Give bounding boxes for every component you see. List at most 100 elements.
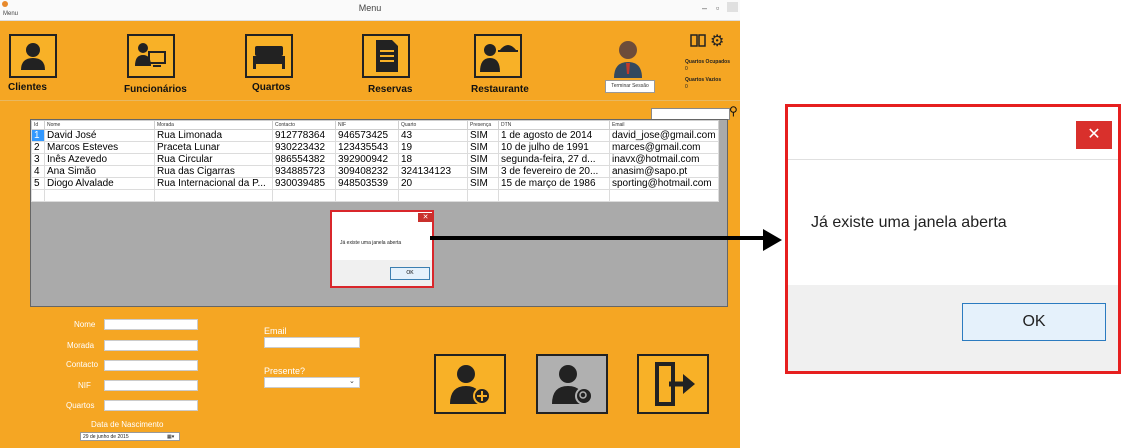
- quartos-field[interactable]: [104, 400, 198, 411]
- col-email[interactable]: Email: [609, 120, 719, 130]
- table-cell[interactable]: 1 de agosto de 2014: [498, 129, 610, 142]
- table-cell[interactable]: Rua das Cigarras: [154, 165, 273, 178]
- table-cell[interactable]: segunda-feira, 27 d...: [498, 153, 610, 166]
- dialog-message: Já existe uma janela aberta: [811, 214, 1007, 231]
- col-dtn[interactable]: DTN: [498, 120, 610, 130]
- table-cell[interactable]: 2: [31, 141, 45, 154]
- nif-field[interactable]: [104, 380, 198, 391]
- table-cell[interactable]: 19: [398, 141, 468, 154]
- clientes-button[interactable]: [9, 34, 57, 78]
- table-cell-empty[interactable]: [335, 189, 399, 202]
- table-cell[interactable]: 309408232: [335, 165, 399, 178]
- table-cell-empty[interactable]: [31, 189, 45, 202]
- table-cell[interactable]: Ana Simão: [44, 165, 155, 178]
- minimize-button[interactable]: –: [702, 3, 707, 13]
- presente-select[interactable]: ⌄: [264, 377, 360, 388]
- table-cell[interactable]: 15 de março de 1986: [498, 177, 610, 190]
- table-cell[interactable]: david_jose@gmail.com: [609, 129, 719, 142]
- table-row[interactable]: 3 Inês Azevedo Rua Circular 986554382 392900…: [31, 153, 719, 166]
- table-cell-empty[interactable]: [272, 189, 336, 202]
- dialog-close-button[interactable]: ✕: [1076, 121, 1112, 149]
- table-cell-empty[interactable]: [498, 189, 610, 202]
- table-row[interactable]: 5 Diogo Alvalade Rua Internacional da P...…: [31, 177, 719, 190]
- table-cell[interactable]: 10 de julho de 1991: [498, 141, 610, 154]
- table-cell[interactable]: SIM: [467, 141, 499, 154]
- quartos-button[interactable]: [245, 34, 293, 78]
- search-client-button[interactable]: [536, 354, 608, 414]
- col-presenca[interactable]: Presença: [467, 120, 499, 130]
- col-quarto[interactable]: Quarto: [398, 120, 468, 130]
- add-client-button[interactable]: [434, 354, 506, 414]
- table-cell[interactable]: Rua Limonada: [154, 129, 273, 142]
- table-cell-empty[interactable]: [609, 189, 719, 202]
- search-icon[interactable]: ⚲: [729, 104, 738, 118]
- table-cell-empty[interactable]: [467, 189, 499, 202]
- table-cell[interactable]: 948503539: [335, 177, 399, 190]
- table-cell[interactable]: David José: [44, 129, 155, 142]
- close-button[interactable]: [727, 2, 738, 12]
- small-dialog-close-button[interactable]: ✕: [418, 213, 433, 222]
- email-field[interactable]: [264, 337, 360, 348]
- table-row[interactable]: 2 Marcos Esteves Praceta Lunar 930223432 123…: [31, 141, 719, 154]
- small-dialog-ok-button[interactable]: OK: [390, 267, 430, 280]
- table-cell[interactable]: Diogo Alvalade: [44, 177, 155, 190]
- contacto-field[interactable]: [104, 360, 198, 371]
- table-cell[interactable]: 912778364: [272, 129, 336, 142]
- table-cell[interactable]: 934885723: [272, 165, 336, 178]
- table-cell[interactable]: 5: [31, 177, 45, 190]
- table-row-empty[interactable]: [31, 189, 719, 202]
- table-row[interactable]: 1 David José Rua Limonada 912778364 94657342…: [31, 129, 719, 142]
- table-cell[interactable]: Rua Circular: [154, 153, 273, 166]
- table-cell[interactable]: 18: [398, 153, 468, 166]
- nome-field[interactable]: [104, 319, 198, 330]
- table-cell-empty[interactable]: [398, 189, 468, 202]
- logout-button[interactable]: Terminar Sessão: [605, 80, 655, 93]
- col-nif[interactable]: NIF: [335, 120, 399, 130]
- col-id[interactable]: Id: [31, 120, 45, 130]
- dialog-ok-button[interactable]: OK: [962, 303, 1106, 341]
- table-cell[interactable]: inavx@hotmail.com: [609, 153, 719, 166]
- table-cell[interactable]: 20: [398, 177, 468, 190]
- email-label: Email: [264, 326, 287, 336]
- table-cell[interactable]: Marcos Esteves: [44, 141, 155, 154]
- morada-field[interactable]: [104, 340, 198, 351]
- table-cell[interactable]: sporting@hotmail.com: [609, 177, 719, 190]
- table-cell[interactable]: 946573425: [335, 129, 399, 142]
- table-cell[interactable]: 392900942: [335, 153, 399, 166]
- table-cell[interactable]: 123435543: [335, 141, 399, 154]
- table-cell[interactable]: 43: [398, 129, 468, 142]
- gear-icon[interactable]: ⚙: [710, 31, 724, 51]
- table-row[interactable]: 4 Ana Simão Rua das Cigarras 934885723 30940…: [31, 165, 719, 178]
- col-morada[interactable]: Morada: [154, 120, 273, 130]
- table-cell[interactable]: SIM: [467, 153, 499, 166]
- dob-picker[interactable]: 29 de junho de 2015 ▦▾: [80, 432, 180, 441]
- col-contacto[interactable]: Contacto: [272, 120, 336, 130]
- restaurante-button[interactable]: [474, 34, 522, 78]
- table-cell[interactable]: 986554382: [272, 153, 336, 166]
- col-nome[interactable]: Nome: [44, 120, 155, 130]
- table-cell-empty[interactable]: [154, 189, 273, 202]
- table-cell[interactable]: 930223432: [272, 141, 336, 154]
- table-cell[interactable]: 930039485: [272, 177, 336, 190]
- table-cell[interactable]: SIM: [467, 177, 499, 190]
- table-cell[interactable]: 1: [31, 129, 45, 142]
- exit-button[interactable]: [637, 354, 709, 414]
- table-cell[interactable]: anasim@sapo.pt: [609, 165, 719, 178]
- table-cell[interactable]: SIM: [467, 129, 499, 142]
- table-cell[interactable]: Rua Internacional da P...: [154, 177, 273, 190]
- table-cell[interactable]: 324134123: [398, 165, 468, 178]
- table-cell[interactable]: SIM: [467, 165, 499, 178]
- funcionarios-button[interactable]: [127, 34, 175, 78]
- table-cell[interactable]: 4: [31, 165, 45, 178]
- book-icon[interactable]: [690, 34, 706, 47]
- empty-label: Quartos Vazios: [685, 77, 722, 83]
- maximize-button[interactable]: ▫: [716, 3, 719, 13]
- calendar-icon[interactable]: ▦▾: [167, 433, 174, 442]
- table-cell[interactable]: 3 de fevereiro de 20...: [498, 165, 610, 178]
- table-cell[interactable]: Inês Azevedo: [44, 153, 155, 166]
- reservas-button[interactable]: [362, 34, 410, 78]
- table-cell[interactable]: marces@gmail.com: [609, 141, 719, 154]
- table-cell[interactable]: 3: [31, 153, 45, 166]
- table-cell-empty[interactable]: [44, 189, 155, 202]
- table-cell[interactable]: Praceta Lunar: [154, 141, 273, 154]
